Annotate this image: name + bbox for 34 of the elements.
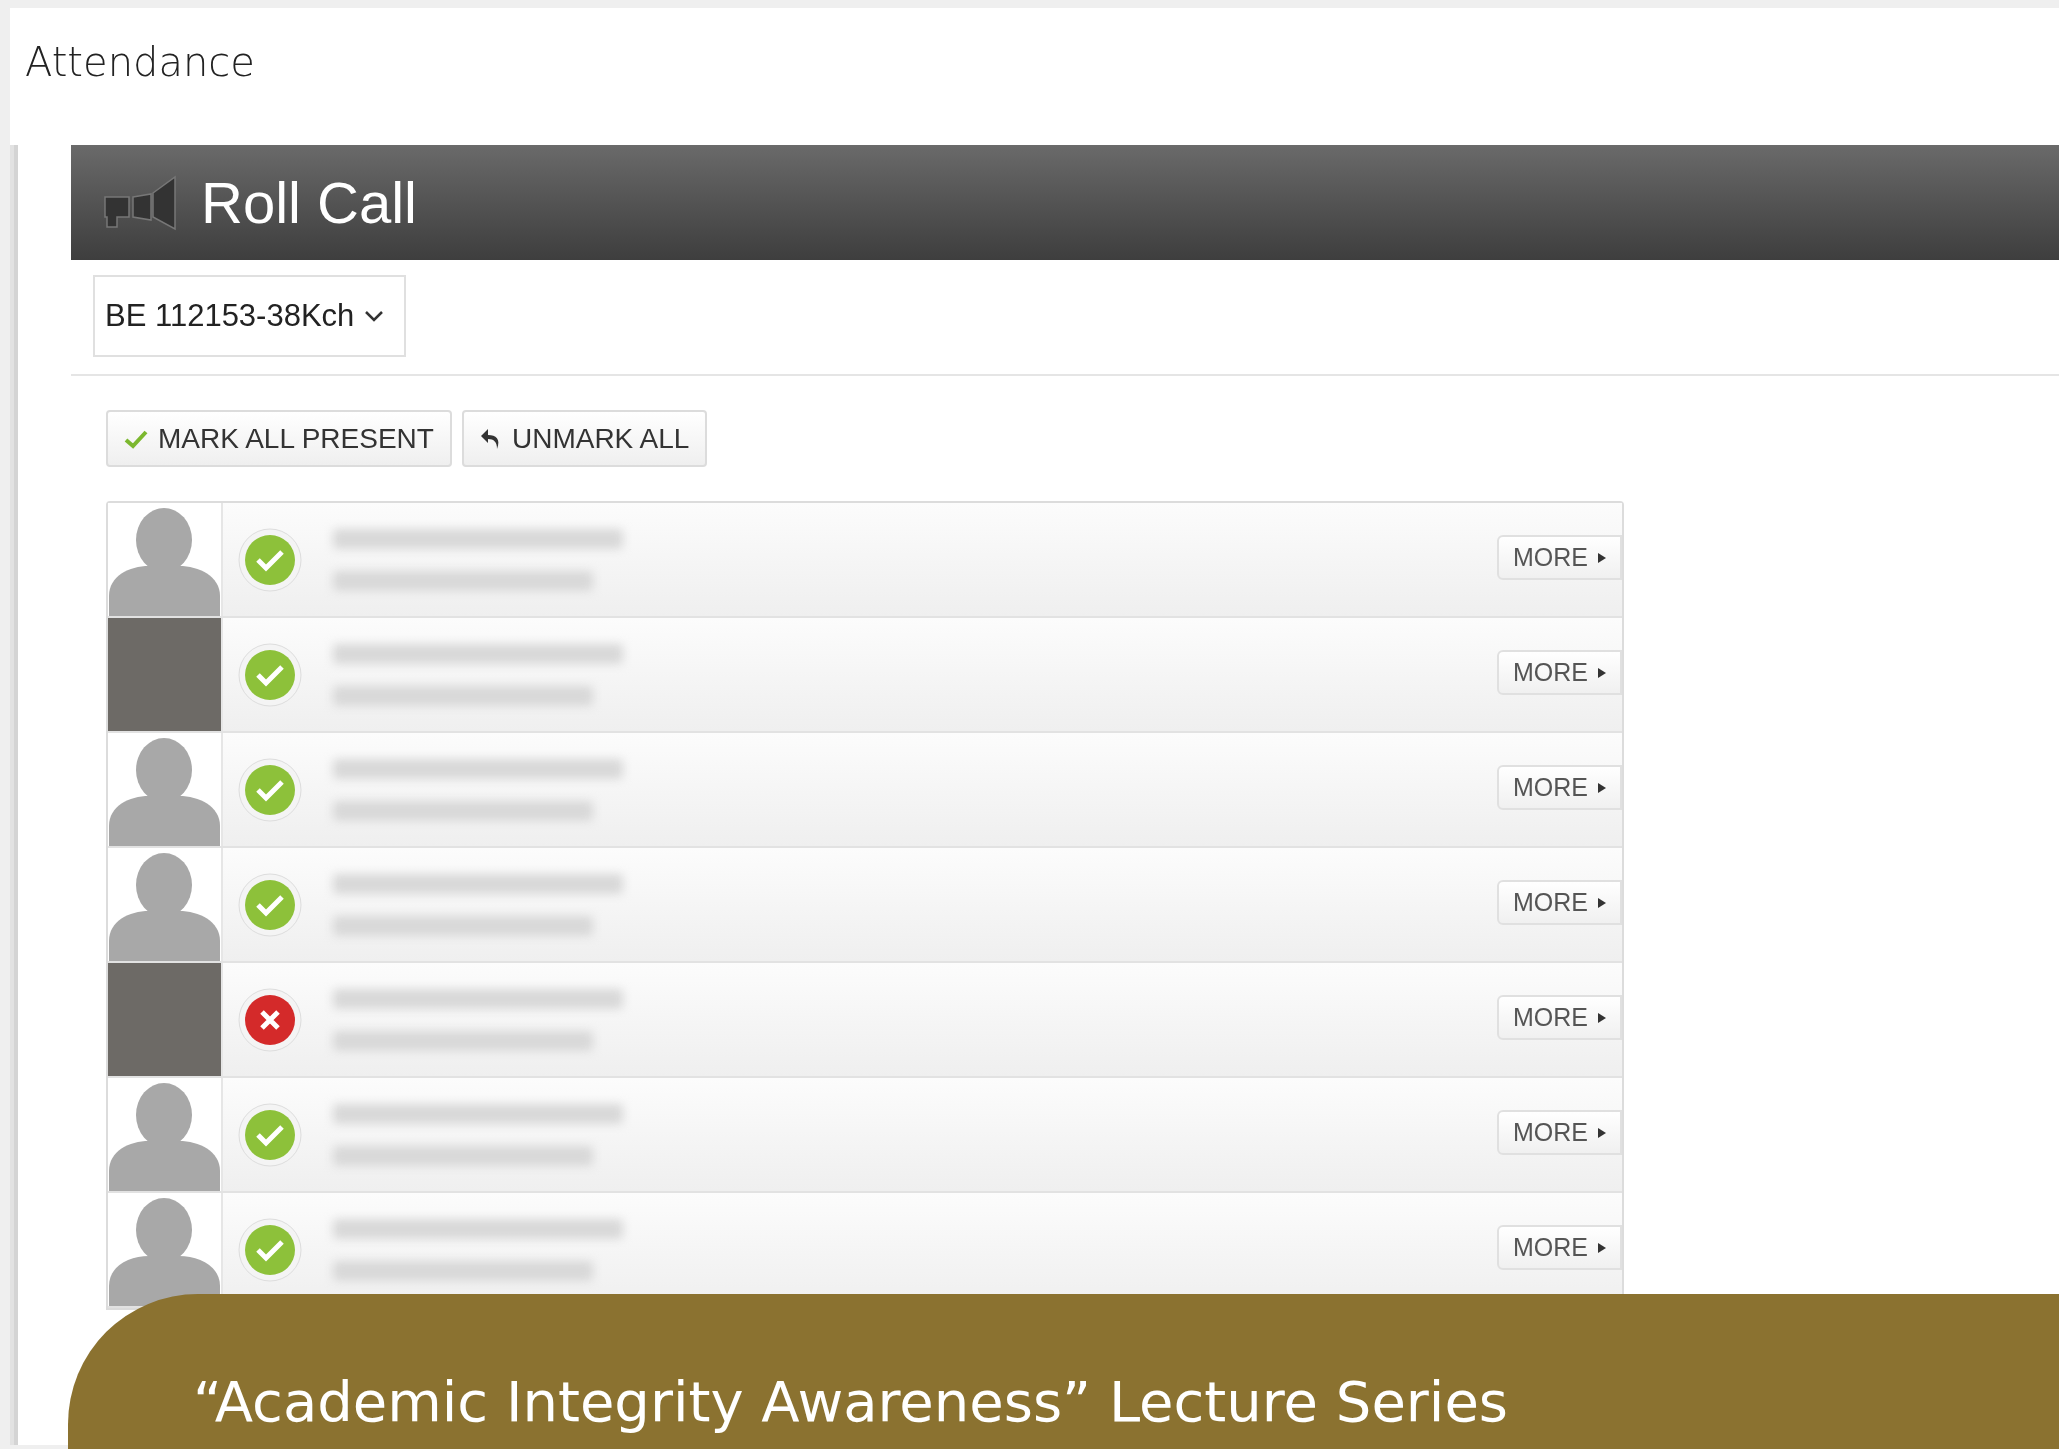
unmark-all-button[interactable]: UNMARK ALL — [461, 410, 708, 467]
panel-title: Roll Call — [201, 173, 417, 232]
more-button[interactable]: MORE — [1497, 1110, 1622, 1155]
caret-right-icon — [1598, 1242, 1606, 1253]
caret-right-icon — [1598, 1127, 1606, 1138]
more-button[interactable]: MORE — [1497, 880, 1622, 925]
more-button[interactable]: MORE — [1497, 535, 1622, 580]
caret-right-icon — [1598, 1012, 1606, 1023]
check-icon — [124, 428, 148, 449]
avatar-silhouette-icon — [109, 853, 220, 961]
more-button[interactable]: MORE — [1497, 650, 1622, 695]
chevron-down-icon — [364, 309, 385, 323]
avatar-silhouette-icon — [109, 738, 220, 846]
more-button[interactable]: MORE — [1497, 1225, 1622, 1270]
class-dropdown[interactable]: BE 112153-38Kch — [93, 275, 406, 357]
more-button[interactable]: MORE — [1497, 765, 1622, 810]
more-button[interactable]: MORE — [1497, 995, 1622, 1040]
present-check-icon[interactable] — [237, 641, 303, 708]
present-check-icon[interactable] — [237, 1101, 303, 1168]
caret-right-icon — [1598, 667, 1606, 678]
present-check-icon[interactable] — [237, 1216, 303, 1283]
avatar-silhouette-icon — [109, 508, 220, 616]
avatar-silhouette-icon — [109, 1198, 220, 1306]
present-check-icon[interactable] — [237, 526, 303, 593]
caret-right-icon — [1598, 782, 1606, 793]
present-check-icon[interactable] — [237, 871, 303, 938]
caret-right-icon — [1598, 552, 1606, 563]
mark-all-present-button[interactable]: MARK ALL PRESENT — [106, 410, 452, 467]
caret-right-icon — [1598, 897, 1606, 908]
page-title: Attendance — [25, 42, 255, 82]
present-check-icon[interactable] — [237, 756, 303, 823]
absent-x-icon[interactable] — [237, 986, 303, 1053]
avatar-silhouette-icon — [109, 1083, 220, 1191]
banner-title: “Academic Integrity Awareness” Lecture Series — [193, 1369, 1509, 1434]
